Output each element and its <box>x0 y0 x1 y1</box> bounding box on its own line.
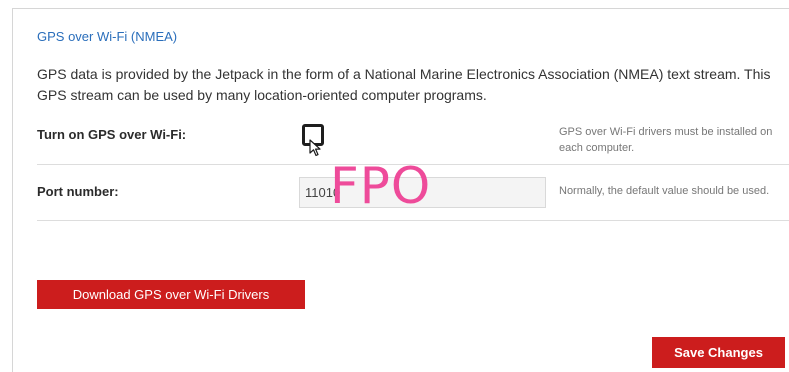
port-number-label: Port number: <box>37 184 119 199</box>
port-number-help: Normally, the default value should be us… <box>559 185 770 197</box>
row-divider <box>37 164 789 165</box>
gps-toggle-help: GPS over Wi-Fi drivers must be installed… <box>559 126 773 154</box>
mouse-pointer-icon <box>309 139 321 157</box>
section-description: GPS data is provided by the Jetpack in t… <box>37 66 771 103</box>
section-title: GPS over Wi-Fi (NMEA) <box>37 29 178 44</box>
download-drivers-button[interactable]: Download GPS over Wi-Fi Drivers <box>37 280 305 309</box>
port-number-input[interactable] <box>299 177 546 208</box>
row-divider <box>37 220 789 221</box>
save-changes-button[interactable]: Save Changes <box>652 337 785 368</box>
gps-toggle-label: Turn on GPS over Wi-Fi: <box>37 127 187 142</box>
